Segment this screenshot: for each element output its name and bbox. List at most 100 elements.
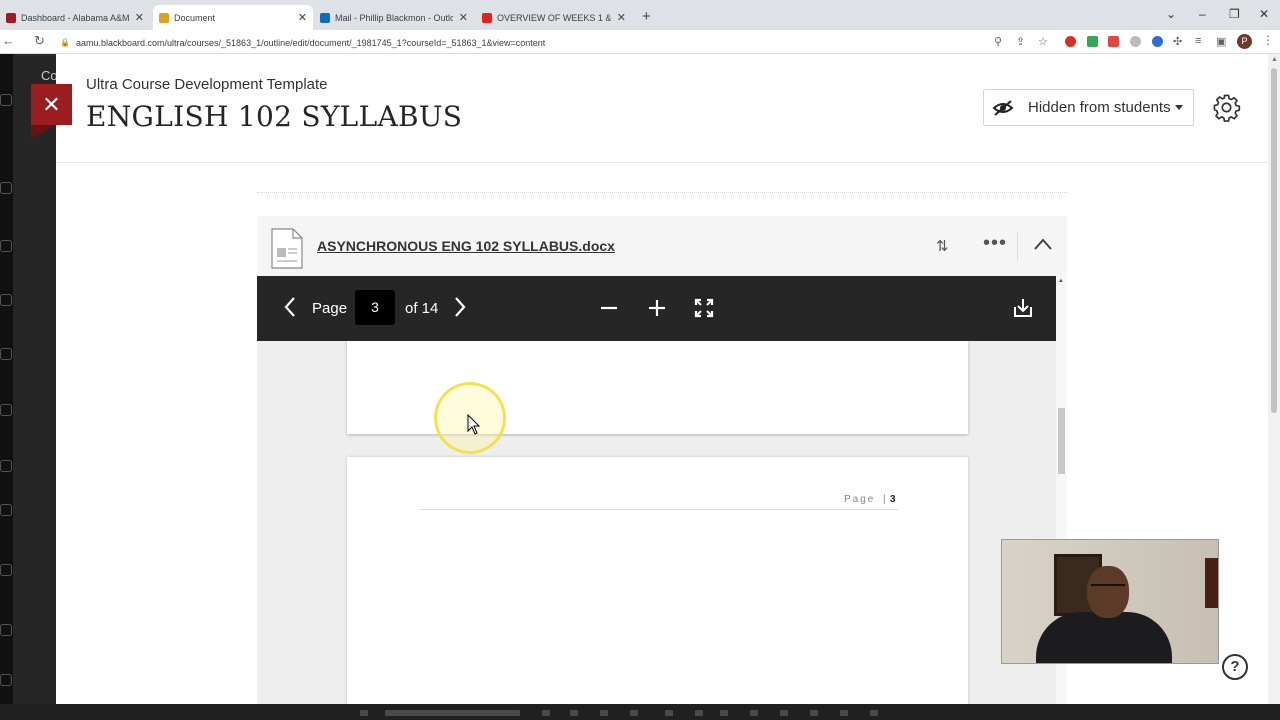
tab-search-icon[interactable]: ⌄ (1166, 7, 1176, 21)
reorder-icon[interactable]: ⇅ (936, 237, 949, 255)
extension-green-icon[interactable] (1087, 36, 1098, 47)
nav-institution-icon (0, 94, 12, 106)
content-divider (257, 192, 1067, 193)
tab-document[interactable]: Document ✕ (153, 5, 313, 30)
taskbar-app-icon[interactable] (665, 710, 673, 716)
taskbar-app-icon[interactable] (570, 710, 578, 716)
download-icon[interactable] (1013, 298, 1033, 318)
reading-list-icon[interactable]: ≡ (1195, 35, 1201, 47)
background-strip (0, 54, 13, 704)
nav-help-icon (0, 624, 12, 636)
page-header-separator: | (883, 494, 886, 505)
nav-groups-icon (0, 404, 12, 416)
url-field[interactable]: 🔒 aamu.blackboard.com/ultra/courses/_518… (60, 34, 980, 51)
extension-zoom-icon[interactable] (1152, 36, 1163, 47)
webcam-overlay (1001, 539, 1219, 664)
taskbar-app-icon[interactable] (840, 710, 848, 716)
share-icon[interactable]: ⇪ (1016, 35, 1025, 48)
extension-red-icon[interactable] (1108, 36, 1119, 47)
nav-profile-icon (0, 240, 12, 252)
page-header-rule (420, 509, 898, 510)
fullscreen-icon[interactable] (694, 298, 714, 318)
taskbar-start-icon[interactable] (360, 710, 368, 716)
taskbar-app-icon[interactable] (810, 710, 818, 716)
taskbar-app-icon[interactable] (720, 710, 728, 716)
page-scrollbar[interactable]: ▲ (1268, 54, 1280, 704)
outlook-favicon-icon (320, 12, 330, 23)
page-title[interactable]: ENGLISH 102 SYLLABUS (86, 100, 462, 133)
taskbar-app-icon[interactable] (600, 710, 608, 716)
viewer-scroll-up-icon[interactable]: ▲ (1058, 278, 1064, 284)
previous-page-icon[interactable] (284, 296, 296, 318)
help-button[interactable]: ? (1222, 654, 1248, 680)
webcam-presenter-glasses (1091, 584, 1125, 592)
taskbar-app-icon[interactable] (780, 710, 788, 716)
scroll-up-icon[interactable]: ▲ (1271, 56, 1278, 63)
scroll-thumb[interactable] (1271, 68, 1277, 413)
zoom-in-icon[interactable] (648, 298, 666, 318)
course-subtitle: Ultra Course Development Template (86, 76, 328, 93)
nav-signout-icon (0, 674, 12, 686)
back-icon[interactable]: ← (2, 33, 15, 48)
next-page-icon[interactable] (454, 296, 466, 318)
document-page-3: Page | 3 (347, 457, 968, 704)
document-viewer[interactable]: Page | 3 (257, 341, 1056, 704)
tab-outlook[interactable]: Mail - Phillip Blackmon - Outlook ✕ (314, 5, 474, 30)
profile-avatar[interactable]: P (1237, 34, 1252, 49)
minimize-icon[interactable]: – (1199, 7, 1206, 21)
tab-dashboard[interactable]: Dashboard - Alabama A&M ✕ (0, 5, 150, 30)
side-panel-icon[interactable]: ▣ (1216, 35, 1226, 48)
taskbar-app-icon[interactable] (870, 710, 878, 716)
taskbar-app-icon[interactable] (630, 710, 638, 716)
taskbar-search-icon[interactable] (385, 710, 520, 716)
row-divider (1017, 231, 1018, 261)
attachment-file-link[interactable]: ASYNCHRONOUS ENG 102 SYLLABUS.docx (317, 238, 615, 254)
background-course-nav (0, 54, 56, 704)
page-label: Page (312, 300, 348, 317)
mouse-pointer-icon (467, 414, 481, 435)
visibility-dropdown[interactable]: Hidden from students (983, 89, 1194, 126)
extension-adblock-icon[interactable] (1065, 36, 1076, 47)
window-close-icon[interactable]: ✕ (1259, 7, 1269, 21)
chevron-down-icon (1175, 105, 1183, 110)
hidden-eye-icon (992, 99, 1014, 116)
taskbar-app-icon[interactable] (695, 710, 703, 716)
extensions-puzzle-icon[interactable]: ✣ (1173, 35, 1182, 48)
extension-gray-icon[interactable] (1130, 36, 1141, 47)
close-panel-button[interactable]: ✕ (31, 84, 72, 125)
page-header-number: 3 (890, 494, 896, 505)
new-tab-icon[interactable]: + (642, 8, 651, 25)
webcam-presenter-head (1087, 566, 1129, 618)
close-button-fold (31, 125, 55, 139)
taskbar-app-icon[interactable] (750, 710, 758, 716)
nav-list-icon (0, 564, 12, 576)
browser-menu-icon[interactable]: ⋮ (1262, 33, 1274, 47)
browser-tab-bar: Dashboard - Alabama A&M ✕ Document ✕ Mai… (0, 0, 1280, 30)
header-divider (56, 162, 1268, 163)
reload-icon[interactable]: ↻ (34, 33, 45, 49)
bookmark-star-icon[interactable]: ☆ (1038, 35, 1048, 48)
taskbar-app-icon[interactable] (542, 710, 550, 716)
zoom-out-icon[interactable] (600, 298, 618, 318)
close-tab-icon[interactable]: ✕ (135, 11, 144, 24)
nav-tools-icon (0, 504, 12, 516)
page-number-input[interactable]: 3 (355, 290, 395, 325)
collapse-icon[interactable] (1033, 237, 1053, 251)
more-options-icon[interactable]: ••• (983, 232, 1007, 255)
nav-calendar-icon (0, 348, 12, 360)
close-tab-icon[interactable]: ✕ (617, 11, 626, 24)
youtube-favicon-icon (482, 12, 492, 23)
nav-courses-icon (0, 182, 12, 194)
close-tab-icon[interactable]: ✕ (459, 11, 468, 24)
tab-title: Mail - Phillip Blackmon - Outlook (335, 12, 453, 23)
webcam-presenter-body (1036, 612, 1172, 663)
document-favicon-icon (159, 12, 169, 23)
viewer-scroll-thumb[interactable] (1058, 408, 1065, 474)
tab-title: Document (174, 12, 216, 23)
document-viewer-toolbar: Page 3 of 14 (257, 276, 1056, 341)
gear-icon[interactable] (1212, 93, 1241, 122)
restore-icon[interactable]: ❐ (1229, 7, 1240, 21)
close-tab-icon[interactable]: ✕ (298, 11, 307, 24)
tab-youtube[interactable]: OVERVIEW OF WEEKS 1 & 2 BLA ✕ (476, 5, 632, 30)
zoom-icon[interactable]: ⚲ (994, 35, 1002, 48)
